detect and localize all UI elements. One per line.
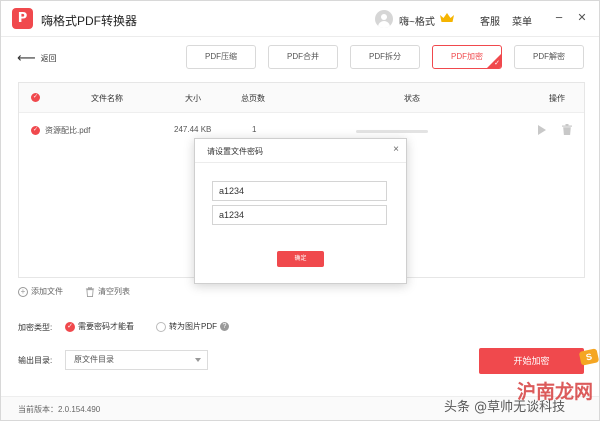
row-checkbox[interactable]: ✓ (31, 126, 40, 135)
output-dir-value: 原文件目录 (74, 355, 114, 364)
column-header-size: 大小 (185, 94, 201, 103)
select-all-checkbox[interactable]: ✓ (31, 93, 40, 102)
app-logo-icon: P (12, 8, 33, 29)
tab-pdf-compress[interactable]: PDF压缩 (186, 45, 256, 69)
output-dir-select[interactable]: 原文件目录 (65, 350, 208, 370)
close-icon[interactable]: × (393, 144, 399, 156)
tab-pdf-encrypt-label: PDF加密 (451, 52, 483, 61)
app-title: 嗨格式PDF转换器 (41, 14, 138, 28)
play-icon[interactable] (538, 125, 546, 135)
radio-password-required-label: 需要密码才能看 (78, 322, 134, 331)
radio-unchecked-icon (156, 321, 166, 332)
column-header-name: 文件名称 (91, 94, 123, 103)
trash-icon[interactable] (562, 124, 572, 135)
app-window: P 嗨格式PDF转换器 嗨~格式 客服 菜单 − ✕ ⟵ 返回 PDF压缩 PD… (0, 0, 600, 421)
tab-pdf-decrypt[interactable]: PDF解密 (514, 45, 584, 69)
column-header-pages: 总页数 (241, 94, 265, 103)
avatar[interactable] (375, 10, 393, 28)
add-file-button[interactable]: + 添加文件 (18, 286, 63, 297)
dialog-header: 请设置文件密码 × (195, 139, 406, 163)
arrow-left-icon: ⟵ (17, 50, 36, 65)
help-icon[interactable]: ? (220, 322, 229, 331)
file-name: 资源配比.pdf (45, 126, 91, 135)
back-label: 返回 (40, 53, 57, 63)
confirm-button[interactable]: 确定 (277, 251, 324, 267)
password-input[interactable] (212, 181, 387, 201)
plus-circle-icon: + (18, 286, 28, 297)
avatar-head-shape (381, 14, 387, 20)
progress-bar (356, 130, 428, 133)
avatar-body-shape (378, 21, 390, 28)
tab-pdf-split[interactable]: PDF拆分 (350, 45, 420, 69)
chevron-down-icon (195, 358, 201, 362)
watermark-logo-icon: S (578, 348, 600, 366)
tab-pdf-encrypt[interactable]: PDF加密 ✓ (432, 45, 502, 69)
table-header: ✓ 文件名称 大小 总页数 状态 操作 (19, 83, 584, 113)
back-button[interactable]: ⟵ 返回 (17, 51, 57, 65)
confirm-password-input[interactable] (212, 205, 387, 225)
vip-crown-icon (440, 13, 454, 22)
radio-image-pdf[interactable]: 转为图片PDF ? (156, 321, 229, 332)
user-name[interactable]: 嗨~格式 (399, 13, 435, 28)
title-bar: P 嗨格式PDF转换器 嗨~格式 客服 菜单 − ✕ (1, 1, 599, 37)
clear-list-button[interactable]: 清空列表 (85, 286, 130, 297)
add-file-label: 添加文件 (31, 287, 63, 296)
radio-image-pdf-label: 转为图片PDF (169, 322, 217, 331)
tab-pdf-merge[interactable]: PDF合并 (268, 45, 338, 69)
customer-service-link[interactable]: 客服 (480, 13, 500, 28)
output-dir-label: 输出目录: (18, 356, 53, 365)
column-header-actions: 操作 (549, 94, 565, 103)
close-window-button[interactable]: ✕ (574, 10, 590, 26)
menu-link[interactable]: 菜单 (512, 13, 532, 28)
radio-checked-icon: ✓ (65, 321, 75, 332)
dialog-title: 请设置文件密码 (207, 147, 263, 156)
radio-password-required[interactable]: ✓ 需要密码才能看 (65, 321, 134, 332)
clear-list-label: 清空列表 (98, 287, 130, 296)
page-count: 1 (252, 125, 257, 134)
encrypt-type-label: 加密类型: (18, 323, 53, 332)
password-dialog: 请设置文件密码 × 确定 (194, 138, 407, 284)
minimize-button[interactable]: − (551, 10, 567, 26)
version-label: 当前版本：2.0.154.490 (18, 405, 101, 414)
column-header-status: 状态 (404, 94, 420, 103)
start-encrypt-button[interactable]: 开始加密 (479, 348, 584, 374)
watermark-author: 头条 @草帅无谈科技 (444, 400, 566, 415)
file-size: 247.44 KB (174, 125, 212, 134)
checkmark-icon: ✓ (494, 60, 500, 67)
trash-outline-icon (85, 286, 95, 297)
